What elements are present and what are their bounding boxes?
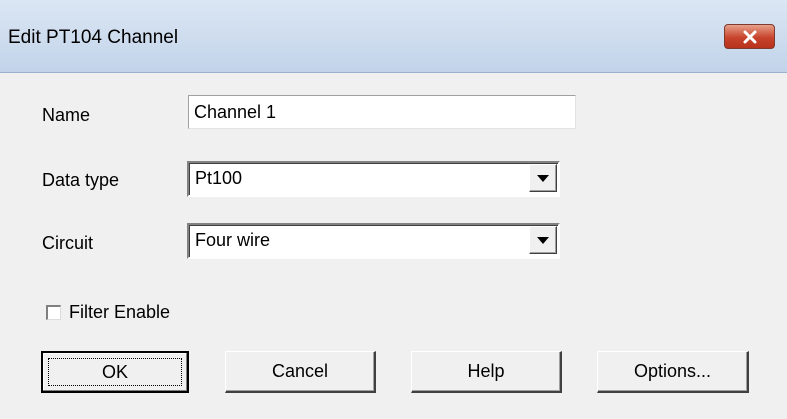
circuit-label: Circuit: [42, 233, 94, 253]
data-type-label: Data type: [42, 170, 120, 190]
filter-enable-checkbox[interactable]: [46, 305, 61, 320]
circuit-select[interactable]: Four wire: [187, 223, 560, 259]
cancel-button[interactable]: Cancel: [225, 351, 376, 393]
close-button[interactable]: [724, 24, 775, 49]
help-button-label: Help: [467, 361, 505, 381]
options-button-label: Options...: [633, 361, 712, 381]
data-type-dropdown-button[interactable]: [529, 164, 557, 192]
filter-enable-label[interactable]: Filter Enable: [69, 302, 170, 323]
data-type-select[interactable]: Pt100: [187, 161, 560, 197]
cancel-button-label: Cancel: [271, 361, 329, 381]
title-bar[interactable]: Edit PT104 Channel: [0, 0, 787, 73]
name-input[interactable]: Channel 1: [188, 95, 576, 129]
edit-channel-dialog: Edit PT104 Channel Name Channel 1 Data t…: [0, 0, 787, 419]
window-title: Edit PT104 Channel: [8, 27, 179, 48]
ok-button[interactable]: OK: [41, 351, 189, 393]
chevron-down-icon: [537, 231, 549, 249]
help-button[interactable]: Help: [411, 351, 562, 393]
ok-button-label: OK: [101, 361, 128, 382]
data-type-value: Pt100: [195, 168, 243, 188]
options-button[interactable]: Options...: [597, 351, 749, 393]
circuit-dropdown-button[interactable]: [529, 226, 557, 254]
name-label: Name: [42, 105, 91, 125]
chevron-down-icon: [537, 169, 549, 187]
close-icon: [742, 30, 758, 44]
circuit-value: Four wire: [195, 230, 271, 250]
